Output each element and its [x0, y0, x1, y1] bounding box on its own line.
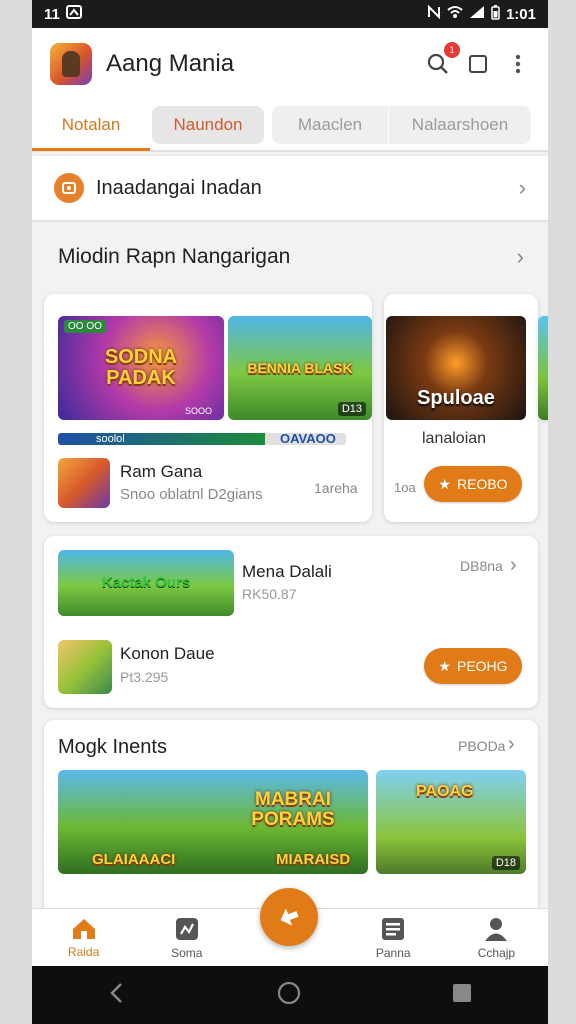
square-icon: [469, 55, 487, 73]
chevron-right-icon[interactable]: ›: [508, 733, 515, 756]
back-button[interactable]: [107, 981, 127, 1010]
window-button[interactable]: [466, 52, 490, 76]
home-system-button[interactable]: [276, 980, 302, 1011]
tab-maaclen[interactable]: Maaclen: [272, 106, 388, 144]
quick-access-row[interactable]: Inaadangai Inadan ›: [32, 156, 548, 220]
get-button[interactable]: ★ REOBO: [424, 466, 522, 502]
list-icon: [382, 917, 405, 940]
notification-icon: [65, 5, 82, 23]
person-icon: [485, 917, 508, 941]
thumb-footer-right: MIARAISD: [276, 851, 351, 869]
search-button[interactable]: 1: [426, 42, 460, 76]
thumb-title: PAOAG: [416, 783, 474, 800]
event-thumbnail[interactable]: PAOAG D18: [376, 770, 526, 874]
status-left-text: 11: [44, 5, 60, 23]
recents-button[interactable]: [451, 982, 473, 1009]
item-meta: 1areha: [314, 480, 358, 496]
section-header-1[interactable]: Miodin Rapn Nangarigan ›: [58, 244, 524, 270]
app-logo: [50, 43, 92, 85]
app-title: Aang Mania: [106, 50, 235, 77]
thumb-count: D13: [337, 402, 366, 416]
row1-sub: RK50.87: [242, 586, 297, 602]
quick-access-label: Inaadangai Inadan: [96, 176, 262, 199]
thumb-title: Kactak Ours: [101, 574, 191, 592]
game-avatar[interactable]: [58, 458, 110, 508]
featured-game-card[interactable]: OO OO SODNA PADAK SOOO BENNIA BLASK D13 …: [44, 294, 372, 522]
nav-item-list[interactable]: Panna: [342, 909, 445, 966]
status-time: 1:01: [505, 5, 536, 23]
see-all-link[interactable]: PBODa: [458, 738, 505, 754]
star-icon: ★: [438, 475, 451, 492]
nav-item-map[interactable]: Soma: [135, 909, 238, 966]
game-thumbnail[interactable]: Kactak Ours: [58, 550, 234, 616]
nav-item-home[interactable]: Raida: [32, 909, 135, 966]
wifi-icon: [447, 5, 463, 23]
cursor-icon: [280, 908, 299, 926]
progress-left-label: soolol: [96, 433, 125, 445]
game-thumbnail[interactable]: BENNIA BLASK D13: [228, 316, 372, 420]
progress-right-label: OAVAOO: [280, 431, 336, 446]
game-thumbnail[interactable]: OO OO SODNA PADAK SOOO: [58, 316, 224, 420]
side-game-card[interactable]: Spuloae lanaloian 1oa ★ REOBO: [384, 294, 538, 522]
search-icon: [427, 53, 448, 74]
status-bar: 11 1:01: [32, 0, 548, 28]
item-title: Ram Gana: [120, 462, 203, 481]
notification-badge: 1: [444, 42, 460, 58]
thumb-count: D18: [491, 856, 520, 870]
thumb-footer-left: GLAIAAACI: [92, 851, 176, 869]
map-icon: [175, 917, 198, 940]
chevron-right-icon[interactable]: ›: [510, 554, 517, 577]
thumb-title: BENNIA BLASK: [247, 359, 353, 376]
nav-item-profile[interactable]: Cchajp: [445, 909, 548, 966]
tab-naundon[interactable]: Naundon: [152, 106, 264, 144]
row1-meta: DB8na: [460, 558, 503, 574]
play-fab-button[interactable]: [260, 888, 318, 946]
game-list-card[interactable]: Kactak Ours Mena Dalali RK50.87 DB8na › …: [44, 536, 538, 708]
nav-label: Soma: [171, 945, 203, 960]
more-vert-icon: [515, 54, 521, 74]
thumb-sub: SOOO: [184, 406, 212, 416]
get-button-label: REOBO: [456, 476, 508, 492]
get-button[interactable]: ★ PEOHG: [424, 648, 522, 684]
thumb-title: SODNA PADAK: [104, 346, 178, 389]
tab-nalaarshoen[interactable]: Nalaarshoen: [389, 106, 531, 144]
app-bar: Aang Mania 1: [32, 28, 548, 100]
section-title-3: Mogk Inents: [58, 736, 167, 758]
row2-sub: Pt3.295: [120, 669, 169, 685]
event-thumbnail[interactable]: MABRAI PORAMS GLAIAAACI MIARAISD: [58, 770, 368, 874]
game-avatar[interactable]: [58, 640, 112, 694]
row1-title: Mena Dalali: [242, 562, 332, 581]
signal-icon: [469, 5, 485, 23]
inbox-icon: [54, 173, 84, 203]
side-caption: lanaloian: [422, 430, 487, 447]
recents-icon: [453, 983, 472, 1002]
progress-fill: [58, 433, 266, 445]
next-card-peek[interactable]: [538, 316, 548, 420]
thumb-title: MABRAI PORAMS: [251, 789, 335, 830]
tab-notalan[interactable]: Notalan: [32, 99, 150, 151]
nfc-icon: [427, 4, 441, 23]
get-button-label: PEOHG: [456, 658, 508, 674]
section-title-1: Miodin Rapn Nangarigan: [58, 245, 291, 268]
tab-bar: Notalan Naundon Maaclen Nalaarshoen: [32, 100, 548, 152]
nav-label: Panna: [375, 945, 411, 960]
home-icon: [72, 918, 95, 939]
circle-home-icon: [277, 981, 301, 1004]
row2-title: Konon Daue: [120, 644, 215, 663]
chevron-right-icon: ›: [518, 175, 526, 200]
item-subtitle: Snoo oblatnl D2gians: [120, 486, 263, 503]
more-menu-button[interactable]: [506, 52, 530, 76]
chevron-right-icon: ›: [516, 244, 524, 269]
phone-screen: 11 1:01 Aang Mania 1 Notalan Naundon Maa…: [32, 0, 548, 1024]
nav-label: Raida: [67, 944, 100, 959]
thumb-tag: OO OO: [64, 320, 106, 333]
battery-icon: [491, 4, 500, 24]
side-meta: 1oa: [394, 480, 416, 495]
star-icon: ★: [438, 657, 451, 674]
thumb-title: Spuloae: [417, 386, 495, 409]
back-icon: [109, 982, 122, 1003]
system-nav-bar: [32, 966, 548, 1024]
nav-label: Cchajp: [477, 945, 516, 960]
game-thumbnail[interactable]: Spuloae: [386, 316, 526, 420]
